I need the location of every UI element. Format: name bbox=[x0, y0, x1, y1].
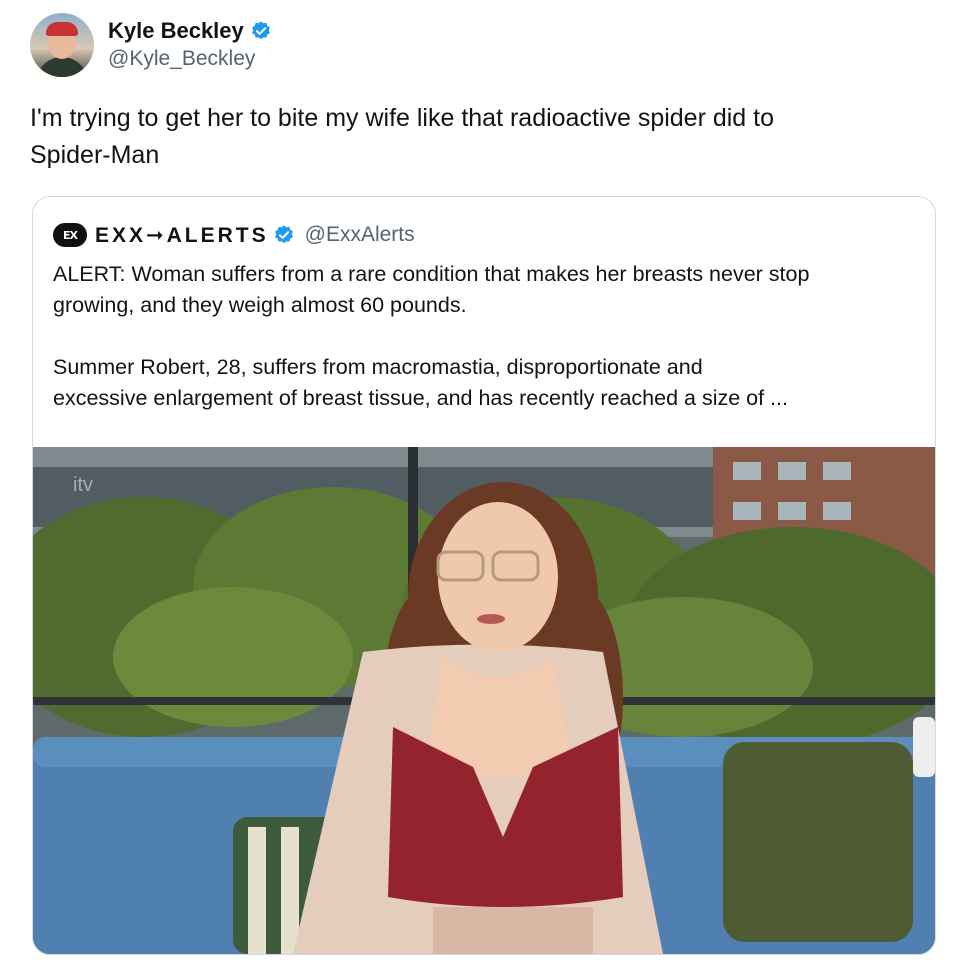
quoted-display-name[interactable]: EXX➞ALERTS bbox=[95, 223, 269, 248]
tweet-text: I'm trying to get her to bite my wife li… bbox=[30, 104, 775, 169]
display-name-row: Kyle Beckley bbox=[108, 18, 272, 44]
quoted-tweet-text: ALERT: Woman suffers from a rare conditi… bbox=[53, 262, 810, 410]
avatar-cap bbox=[46, 22, 78, 36]
verified-badge-icon bbox=[251, 21, 270, 40]
quoted-tweet-header: EX EXX➞ALERTS @ExxAlerts bbox=[53, 219, 415, 251]
author-handle[interactable]: @Kyle_Beckley bbox=[108, 46, 272, 72]
avatar[interactable] bbox=[30, 13, 94, 77]
quoted-tweet-card[interactable]: EX EXX➞ALERTS @ExxAlerts ALERT: Woman su… bbox=[32, 196, 936, 955]
quoted-handle[interactable]: @ExxAlerts bbox=[305, 223, 415, 247]
verified-badge-icon bbox=[274, 225, 293, 244]
photo-illustration: itv bbox=[33, 447, 935, 954]
display-name[interactable]: Kyle Beckley bbox=[108, 18, 244, 44]
tweet-header: Kyle Beckley @Kyle_Beckley bbox=[30, 12, 272, 78]
author-names: Kyle Beckley @Kyle_Beckley bbox=[108, 18, 272, 72]
exx-logo-icon: EX bbox=[53, 223, 87, 247]
avatar-shirt bbox=[36, 57, 88, 77]
itv-watermark: itv bbox=[73, 474, 93, 496]
tv-interview-photo[interactable]: itv bbox=[33, 447, 935, 954]
